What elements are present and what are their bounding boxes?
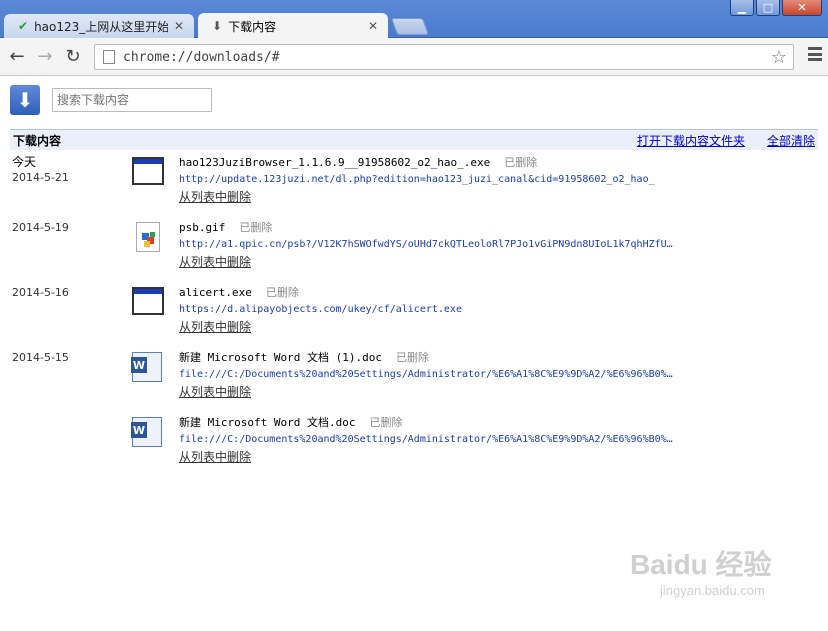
- baidu-watermark: Baidu 经验 jingyan.baidu.com: [630, 543, 780, 603]
- back-button[interactable]: ←: [4, 44, 30, 70]
- close-tab-icon[interactable]: ✕: [368, 19, 378, 33]
- remove-from-list-link[interactable]: 从列表中删除: [179, 448, 251, 465]
- close-tab-icon[interactable]: ✕: [174, 19, 184, 33]
- forward-button[interactable]: →: [32, 44, 58, 70]
- hao123-icon: ✔: [18, 19, 29, 33]
- download-item: 2014-5-16 alicert.exe 已删除 https://d.alipa…: [12, 285, 818, 345]
- download-item: 2014-5-19 psb.gif 已删除 http://a1.qpic.cn/p…: [12, 220, 818, 280]
- maximize-button[interactable]: □: [756, 0, 780, 16]
- download-item: 2014-5-15 W 新建 Microsoft Word 文档 (1).doc…: [12, 350, 818, 410]
- section-title: 下载内容: [13, 133, 62, 148]
- date-label: 2014-5-21: [12, 171, 69, 184]
- source-url-link[interactable]: http://update.123juzi.net/dl.php?edition…: [179, 173, 739, 187]
- status-label: 已删除: [369, 416, 403, 429]
- exe-file-icon: [132, 287, 164, 317]
- remove-from-list-link[interactable]: 从列表中删除: [179, 253, 251, 270]
- source-url-link[interactable]: file:///C:/Documents%20and%20Settings/Ad…: [179, 368, 739, 382]
- tab-hao123[interactable]: ✔ hao123_上网从这里开始 ✕: [4, 14, 194, 38]
- status-label: 已删除: [395, 351, 429, 364]
- watermark-site: jingyan.baidu.com: [660, 583, 765, 598]
- clear-all-link[interactable]: 全部清除: [767, 132, 815, 149]
- minimize-button[interactable]: ▁: [730, 0, 754, 16]
- tab-label: 下载内容: [228, 19, 277, 34]
- address-bar[interactable]: chrome://downloads/# ☆: [94, 44, 794, 70]
- download-arrow-icon: ⬇: [212, 19, 223, 33]
- menu-icon[interactable]: [808, 47, 822, 61]
- new-tab-button[interactable]: [390, 18, 430, 35]
- source-url-link[interactable]: file:///C:/Documents%20and%20Settings/Ad…: [179, 433, 739, 447]
- file-name: 新建 Microsoft Word 文档.doc: [179, 416, 356, 429]
- exe-file-icon: [132, 157, 164, 187]
- source-url-link[interactable]: http://a1.qpic.cn/psb?/V12K7hSWOfwdYS/oU…: [179, 238, 739, 252]
- word-document-icon: W: [131, 417, 164, 447]
- gif-file-icon: [132, 222, 164, 252]
- address-url[interactable]: chrome://downloads/#: [123, 50, 280, 65]
- search-downloads-input[interactable]: [52, 88, 212, 112]
- watermark-brand: Baidu 经验: [630, 549, 772, 580]
- status-label: 已删除: [239, 221, 273, 234]
- downloads-header: ⬇: [10, 85, 212, 115]
- word-document-icon: W: [131, 352, 164, 382]
- title-bar: ✔ hao123_上网从这里开始 ✕ ⬇ 下载内容 ✕ ▁ □ ✕: [0, 0, 828, 39]
- remove-from-list-link[interactable]: 从列表中删除: [179, 383, 251, 400]
- tab-label: hao123_上网从这里开始: [34, 19, 168, 34]
- date-label: 2014-5-19: [12, 221, 69, 234]
- file-name: alicert.exe: [179, 286, 252, 299]
- date-label: 2014-5-15: [12, 351, 69, 364]
- tab-downloads[interactable]: ⬇ 下载内容 ✕: [198, 13, 388, 39]
- source-url-link[interactable]: https://d.alipayobjects.com/ukey/cf/alic…: [179, 303, 739, 317]
- downloads-logo-icon: ⬇: [10, 85, 40, 115]
- date-day-label: 今天: [12, 155, 37, 169]
- remove-from-list-link[interactable]: 从列表中删除: [179, 188, 251, 205]
- remove-from-list-link[interactable]: 从列表中删除: [179, 318, 251, 335]
- close-window-button[interactable]: ✕: [782, 0, 822, 16]
- status-label: 已删除: [265, 286, 299, 299]
- downloads-section-bar: 下载内容 打开下载内容文件夹 全部清除: [10, 129, 818, 150]
- download-item: W 新建 Microsoft Word 文档.doc 已删除 file:///C:…: [12, 415, 818, 475]
- bookmark-star-icon[interactable]: ☆: [771, 47, 787, 68]
- reload-button[interactable]: ↻: [60, 44, 86, 70]
- page-icon: [103, 50, 115, 64]
- file-name: 新建 Microsoft Word 文档 (1).doc: [179, 351, 382, 364]
- status-label: 已删除: [504, 156, 538, 169]
- date-label: 2014-5-16: [12, 286, 69, 299]
- file-name: hao123JuziBrowser_1.1.6.9__91958602_o2_h…: [179, 156, 491, 169]
- file-name: psb.gif: [179, 221, 226, 234]
- open-downloads-folder-link[interactable]: 打开下载内容文件夹: [637, 132, 745, 149]
- download-item: 今天 2014-5-21 hao123JuziBrowser_1.1.6.9__…: [12, 155, 818, 215]
- browser-toolbar: ← → ↻ chrome://downloads/# ☆: [0, 38, 828, 76]
